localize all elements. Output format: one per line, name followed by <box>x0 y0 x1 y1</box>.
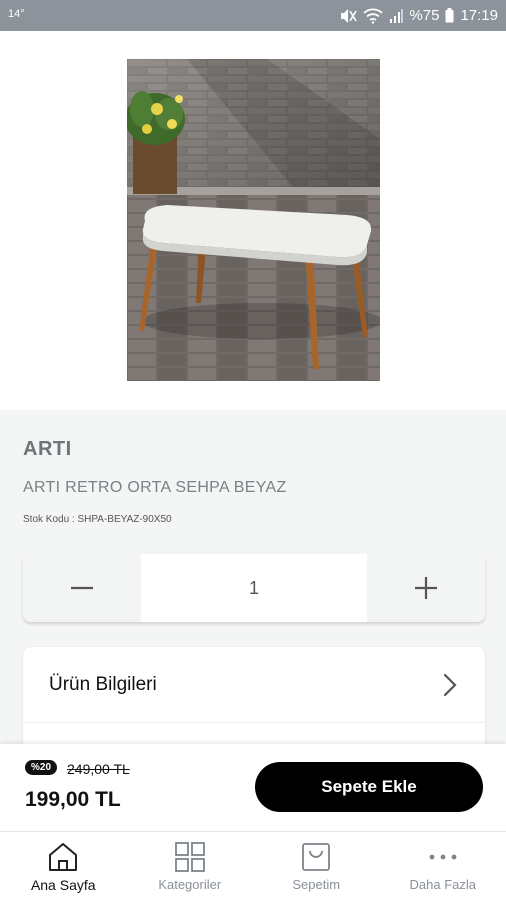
add-to-cart-button[interactable]: Sepete Ekle <box>255 762 483 812</box>
quantity-stepper: 1 <box>23 554 485 622</box>
minus-icon <box>71 586 93 590</box>
more-icon <box>429 854 457 860</box>
wifi-icon <box>363 8 384 24</box>
chevron-right-icon <box>443 673 457 696</box>
product-info-row[interactable]: Ürün Bilgileri <box>23 647 485 723</box>
quantity-decrease-button[interactable] <box>23 554 141 622</box>
home-icon <box>49 843 78 871</box>
tab-more-label: Daha Fazla <box>409 877 476 892</box>
tab-categories-label: Kategoriler <box>158 877 222 892</box>
tab-home-label: Ana Sayfa <box>30 877 96 893</box>
product-image[interactable] <box>127 59 380 381</box>
battery-icon <box>445 8 454 23</box>
tab-cart[interactable]: Sepetim <box>253 832 380 900</box>
status-icons: %75 17:19 <box>339 7 498 24</box>
back-arrow-icon[interactable] <box>24 47 48 71</box>
product-hero <box>0 31 506 410</box>
tab-home[interactable]: Ana Sayfa <box>0 832 127 900</box>
grid-icon <box>174 842 205 872</box>
quantity-value[interactable]: 1 <box>141 554 367 622</box>
product-brand[interactable]: ARTI <box>23 438 72 461</box>
coffee-table-photo <box>127 59 380 381</box>
battery-percent: %75 <box>409 7 440 24</box>
signal-icon <box>390 8 404 23</box>
mute-icon <box>341 8 358 23</box>
quantity-increase-button[interactable] <box>367 554 485 622</box>
tab-cart-label: Sepetim <box>292 877 341 892</box>
old-price: 249,00 TL <box>67 761 130 777</box>
tab-more[interactable]: Daha Fazla <box>380 832 506 900</box>
plus-icon <box>415 577 437 599</box>
product-title: ARTI RETRO ORTA SEHPA BEYAZ <box>23 479 287 496</box>
status-bar: 14° %75 17:19 <box>0 0 506 31</box>
product-info-label: Ürün Bilgileri <box>49 673 157 695</box>
tab-categories[interactable]: Kategoriler <box>127 832 254 900</box>
discount-badge: %20 <box>25 760 58 775</box>
status-time: 17:19 <box>460 7 498 24</box>
current-price: 199,00 TL <box>25 788 121 811</box>
bag-icon <box>302 843 331 871</box>
product-sku: Stok Kodu : SHPA-BEYAZ-90X50 <box>23 514 172 525</box>
share-icon[interactable] <box>416 46 442 72</box>
bottom-tab-bar: Ana Sayfa Kategoriler Sepetim Daha Fazla <box>0 831 506 900</box>
status-temperature: 14° <box>8 8 25 20</box>
purchase-bar: %20 249,00 TL 199,00 TL Sepete Ekle <box>0 744 506 831</box>
